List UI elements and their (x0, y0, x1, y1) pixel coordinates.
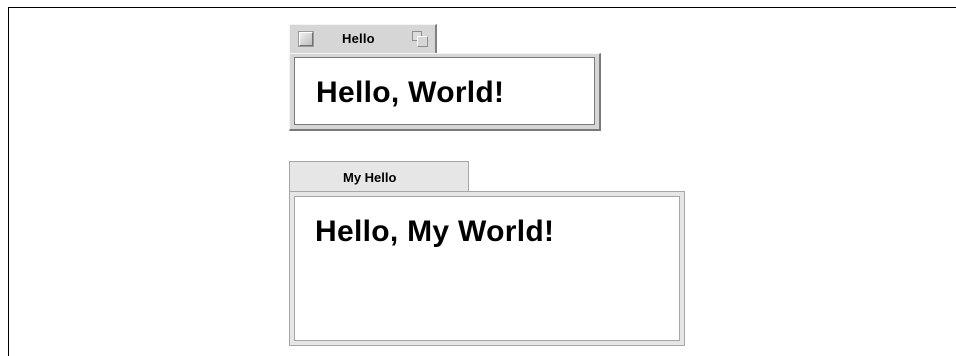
hello-world-text: Hello, World! (316, 76, 505, 109)
hello-window: Hello, World! (289, 53, 601, 131)
frame-left-border (8, 7, 9, 356)
my-hello-window-title: My Hello (343, 170, 397, 185)
hello-my-world-text: Hello, My World! (315, 215, 555, 248)
hello-window-title: Hello (342, 31, 375, 46)
zoom-front-square (417, 36, 428, 47)
my-hello-window-title-tab[interactable]: My Hello (289, 161, 469, 192)
zoom-box-icon[interactable] (412, 31, 428, 47)
hello-window-title-tab[interactable]: Hello (289, 24, 437, 54)
my-hello-window: Hello, My World! (289, 191, 685, 346)
close-box-icon[interactable] (298, 31, 314, 47)
my-hello-window-content: Hello, My World! (294, 196, 680, 341)
hello-window-content: Hello, World! (294, 57, 595, 125)
frame-top-border (8, 7, 956, 8)
